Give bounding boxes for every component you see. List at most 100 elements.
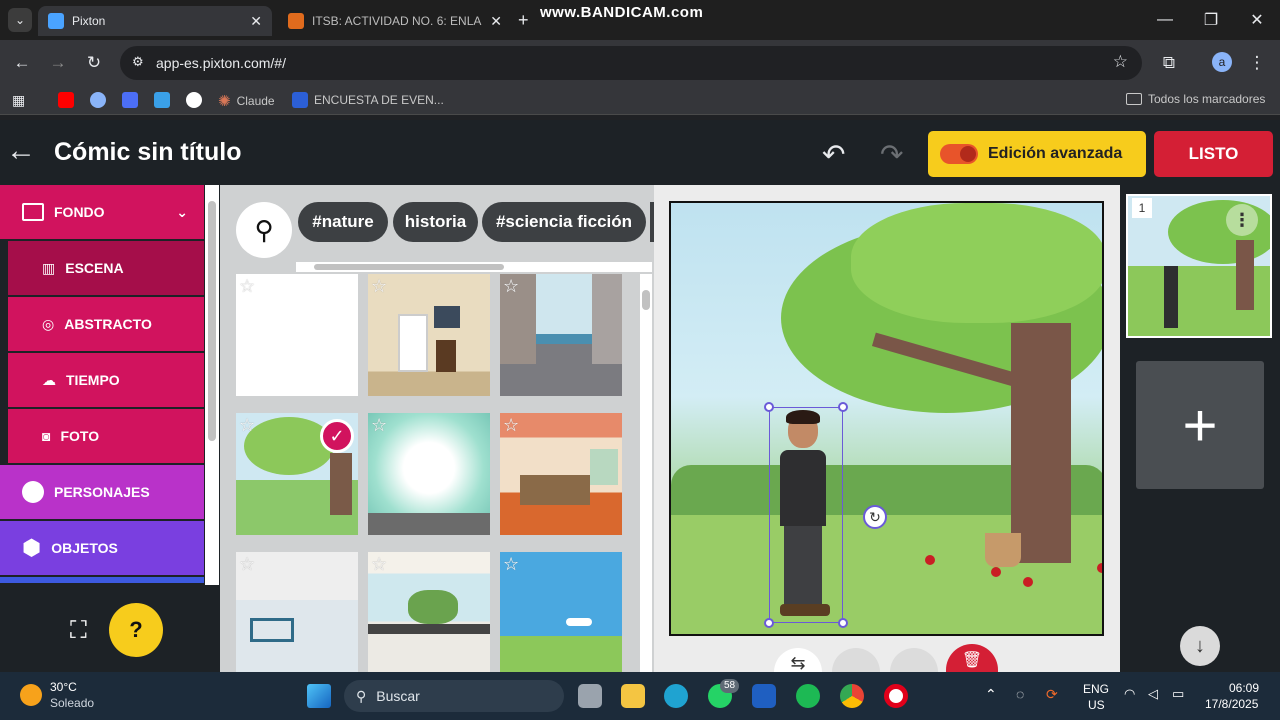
resize-handle[interactable] <box>838 618 848 628</box>
subcategory-foto[interactable]: ◙ FOTO <box>8 409 204 463</box>
favorite-star-icon[interactable]: ☆ <box>239 554 255 575</box>
window-close-button[interactable]: ✕ <box>1234 0 1280 40</box>
apps-grid-icon[interactable]: ▦ <box>12 92 25 109</box>
rotate-handle-icon[interactable]: ↻ <box>863 505 887 529</box>
close-tab-icon[interactable]: ✕ <box>490 13 502 30</box>
bookmark-3[interactable] <box>122 92 138 108</box>
spotify-icon[interactable] <box>796 684 820 708</box>
clock-time[interactable]: 06:09 <box>1229 681 1259 695</box>
search-icon[interactable]: ⚲ <box>236 202 292 258</box>
subcategory-abstracto[interactable]: ◎ ABSTRACTO <box>8 297 204 351</box>
tag-chip[interactable]: historia <box>393 202 478 242</box>
edge-icon[interactable] <box>664 684 688 708</box>
forward-icon[interactable]: → <box>45 50 71 76</box>
bg-thumb-cafe[interactable]: ☆ <box>500 413 622 535</box>
language-code[interactable]: ENG <box>1083 682 1109 696</box>
url-bar[interactable]: ⚙ app-es.pixton.com/#/ ☆ <box>120 46 1142 80</box>
extensions-icon[interactable]: ⧉ <box>1156 50 1182 76</box>
volume-icon[interactable]: ◁ <box>1148 686 1158 702</box>
bg-thumb-goal[interactable]: ☆ <box>236 552 358 672</box>
taskview-icon[interactable] <box>578 684 602 708</box>
tab-pixton[interactable]: Pixton ✕ <box>38 6 272 36</box>
tab-itsb[interactable]: ITSB: ACTIVIDAD NO. 6: ENLAC ✕ <box>278 6 512 36</box>
resize-handle[interactable] <box>764 618 774 628</box>
category-personajes[interactable]: PERSONAJES <box>0 465 204 519</box>
profile-avatar[interactable]: a <box>1212 52 1232 72</box>
tray-app-icon[interactable]: ◌ <box>1016 686 1024 702</box>
region-code[interactable]: US <box>1088 698 1105 712</box>
comic-title[interactable]: Cómic sin título <box>54 138 242 167</box>
chevron-down-icon[interactable]: ⌄ <box>176 204 188 221</box>
favorite-star-icon[interactable]: ☆ <box>371 554 387 575</box>
favorite-star-icon[interactable]: ☆ <box>503 554 519 575</box>
bookmark-encuesta[interactable]: ENCUESTA DE EVEN... <box>292 92 444 108</box>
chrome-icon[interactable] <box>840 684 864 708</box>
undo-icon[interactable]: ↶ <box>822 138 845 171</box>
add-panel-button[interactable]: + <box>1136 361 1264 489</box>
character-selection-box[interactable] <box>764 402 848 628</box>
tag-chip[interactable]: #sciencia ficción <box>482 202 646 242</box>
favorite-star-icon[interactable]: ☆ <box>239 276 255 297</box>
battery-icon[interactable]: ▭ <box>1172 686 1184 702</box>
resize-handle[interactable] <box>764 402 774 412</box>
bg-thumb-blank[interactable]: ☆ <box>236 274 358 396</box>
file-explorer-icon[interactable] <box>621 684 645 708</box>
taskbar-search[interactable]: ⚲ Buscar <box>344 680 564 712</box>
site-info-icon[interactable]: ⚙ <box>132 54 144 70</box>
weather-label[interactable]: Soleado <box>50 696 94 710</box>
back-arrow-icon[interactable]: ← <box>6 136 36 166</box>
favorite-star-icon[interactable]: ☆ <box>371 276 387 297</box>
bookmark-star-icon[interactable]: ☆ <box>1113 52 1128 72</box>
bg-thumb-burst[interactable]: ☆ <box>368 413 490 535</box>
scroll-down-arrow-icon[interactable]: ↓ <box>1180 626 1220 666</box>
clock-date[interactable]: 17/8/2025 <box>1205 697 1258 711</box>
scroll-thumb[interactable] <box>314 264 504 270</box>
bookmark-4[interactable] <box>154 92 170 108</box>
category-objetos[interactable]: ⬢ OBJETOS <box>0 521 204 575</box>
scroll-thumb[interactable] <box>642 290 650 310</box>
toggle-switch[interactable] <box>940 144 978 164</box>
bookmark-claude[interactable]: ✺ Claude <box>218 92 275 110</box>
bg-thumb-sky[interactable]: ☆ <box>500 552 622 672</box>
scroll-thumb[interactable] <box>208 201 216 441</box>
minimize-button[interactable]: — <box>1142 0 1188 40</box>
new-tab-button[interactable]: + <box>518 10 529 31</box>
back-icon[interactable]: ← <box>9 50 35 76</box>
panel-thumbnail[interactable]: 1 ⋮ <box>1126 194 1272 338</box>
youtube-bookmark[interactable] <box>58 92 74 108</box>
menu-kebab-icon[interactable]: ⋮ <box>1244 50 1270 76</box>
advanced-edit-toggle[interactable]: Edición avanzada <box>928 131 1146 177</box>
bg-thumb-tree[interactable]: ☆ ✓ <box>236 413 358 535</box>
horizontal-scrollbar[interactable] <box>296 262 652 272</box>
close-tab-icon[interactable]: ✕ <box>250 13 262 30</box>
tab-search-button[interactable]: ⌄ <box>8 8 32 32</box>
sync-icon[interactable]: ⟳ <box>1046 686 1058 703</box>
tray-chevron-up-icon[interactable]: ⌃ <box>985 686 997 703</box>
bandicam-record-icon[interactable] <box>884 684 908 708</box>
help-button[interactable]: ? <box>109 603 163 657</box>
bookmark-5[interactable] <box>186 92 202 108</box>
vertical-scrollbar[interactable] <box>640 274 652 672</box>
favorite-star-icon[interactable]: ☆ <box>503 415 519 436</box>
restore-button[interactable]: ❐ <box>1188 0 1234 40</box>
done-button[interactable]: LISTO <box>1154 131 1273 177</box>
bg-thumb-house[interactable]: ☆ <box>368 274 490 396</box>
all-bookmarks[interactable]: Todos los marcadores <box>1126 92 1265 106</box>
comic-panel-canvas[interactable]: ↻ <box>669 201 1104 636</box>
bookmark-2[interactable] <box>90 92 106 108</box>
fullscreen-icon[interactable]: ⛶ <box>70 617 87 645</box>
favorite-star-icon[interactable]: ☆ <box>371 415 387 436</box>
panel-menu-kebab-icon[interactable]: ⋮ <box>1226 204 1258 236</box>
windows-start-icon[interactable] <box>307 684 331 708</box>
redo-icon[interactable]: ↷ <box>880 138 903 171</box>
category-fondo[interactable]: FONDO ⌄ <box>0 185 204 239</box>
favorite-star-icon[interactable]: ☆ <box>239 415 255 436</box>
wifi-icon[interactable]: ◠ <box>1124 686 1135 702</box>
resize-handle[interactable] <box>838 402 848 412</box>
tag-chip[interactable]: #nature <box>298 202 388 242</box>
bg-thumb-office[interactable]: ☆ <box>368 552 490 672</box>
word-icon[interactable] <box>752 684 776 708</box>
sidebar-scrollbar[interactable] <box>205 185 219 585</box>
reload-icon[interactable]: ↻ <box>81 50 107 76</box>
bg-thumb-street[interactable]: ☆ <box>500 274 622 396</box>
